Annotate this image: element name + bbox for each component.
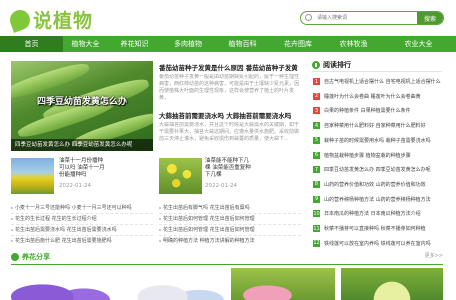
featured-overlay-title: 四季豆幼苗发黄怎么办	[36, 97, 127, 107]
ranking-item[interactable]: 12 铁线莲可以放在室内养吗 铁线莲可以养在室内吗	[313, 239, 443, 248]
divider	[159, 235, 301, 236]
share-section-header: 养花分享 更多>>	[11, 251, 443, 263]
more-link[interactable]: 更多>>	[425, 252, 443, 259]
ranking-item[interactable]: 9 山的营养秧杨种植方法 山药的营养秧杨种植方法	[313, 195, 443, 204]
card-title[interactable]: 油菜能不能种下几棵 油菜能否重复种下几棵	[205, 158, 251, 179]
search-button[interactable]: 搜索	[417, 12, 443, 24]
card-date: 2022-01-24	[205, 183, 237, 189]
ranking-item-title[interactable]: 日本南瓜的种植方法 日本南瓜种植方法介绍	[324, 210, 421, 217]
ranking-item[interactable]: 1 自古气电视机上适合摆什么 自宅电视机上适合摆什么	[313, 77, 443, 86]
flower-photo[interactable]	[341, 268, 443, 300]
divider	[11, 235, 153, 236]
featured-caption[interactable]: 四季豆幼苗发黄怎么办 四季豆幼苗发黄怎么办呢	[11, 139, 153, 151]
nav-flower-knowledge[interactable]: 养花知识	[108, 36, 161, 52]
divider	[159, 213, 301, 214]
ranking-title: 阅读排行	[323, 60, 351, 69]
article-title[interactable]: 番茄幼苗种子发黄是什么原因 番茄幼苗种子发黄	[159, 62, 301, 72]
rank-number: 11	[313, 225, 320, 232]
card-title[interactable]: 油菜十一月份播种可以吗 油菜十一月份能播种吗	[59, 158, 105, 179]
ranking-item-title[interactable]: 山的营养秧杨种植方法 山药的营养秧杨种植方法	[324, 196, 431, 203]
share-title: 养花分享	[22, 253, 50, 261]
article-link[interactable]: 花生出苗后需要浇水吗 花生出苗后需要浇水吗	[11, 226, 153, 233]
ranking-item[interactable]: 6 植物盆栽种植步骤 植物盆栽的种植步骤	[313, 151, 443, 160]
article-link[interactable]: 明确的种植方法 种植方法讲解的种植方法	[159, 237, 301, 244]
share-underline	[11, 264, 443, 265]
leaf-icon	[11, 253, 19, 261]
rank-number: 2	[313, 92, 320, 100]
ranking-item-title[interactable]: 秋菜不播芽可以直接种吗 秋菜不播芽如何种植	[324, 225, 426, 232]
site-header: 说植物 搜索	[0, 0, 456, 36]
ranking-item[interactable]: 2 睡莲叶为什么会卷曲 睡莲叶为什么会卷曲黄	[313, 92, 443, 101]
ranking-item-title[interactable]: 四季豆幼苗发黄怎么办 四季豆幼苗发黄怎么办呢	[324, 166, 431, 173]
logo-text: 说植物	[33, 10, 94, 32]
rank-number: 6	[313, 151, 320, 159]
article-summary: 大蒜抽苔前需要浇水，并且这个时候是大蒜需水的关键期，如于干需要补果大，抽苔大蒜这…	[159, 122, 300, 142]
article-link[interactable]: 花生出苗后有脚气吗 花生出苗后有蘖吗	[159, 204, 301, 211]
article-link[interactable]: 花生出苗后如何管理 花生出苗后如何管理	[159, 226, 301, 233]
ranking-header: 阅读排行	[312, 58, 442, 72]
ranking-item[interactable]: 7 四季豆幼苗发黄怎么办 四季豆幼苗发黄怎么办呢	[313, 165, 443, 174]
search-icon	[301, 12, 315, 24]
rank-number: 1	[313, 78, 320, 85]
article-link[interactable]: 花生的生长过程 花生的生长过程介绍	[11, 215, 153, 222]
rapeseed-flower-thumbnail[interactable]	[159, 158, 202, 194]
divider	[159, 224, 301, 225]
rank-number: 4	[313, 122, 320, 130]
nav-home[interactable]: 首页	[0, 36, 63, 52]
ranking-icon	[312, 60, 320, 69]
card-date: 2022-01-24	[59, 183, 91, 189]
ranking-item-title[interactable]: 山药的营养价值和功效 山药的营养价值和功效	[324, 181, 426, 188]
article-link[interactable]: 小麦十一月三号还能种吗 小麦十一月三号还可以种吗	[11, 204, 153, 211]
rank-number: 12	[313, 239, 320, 247]
nav-flower-gallery[interactable]: 花卉图库	[270, 36, 326, 52]
rank-number: 5	[313, 136, 320, 144]
nav-agriculture[interactable]: 农林牧渔	[326, 36, 381, 52]
search-box: 搜索	[300, 11, 444, 25]
nav-plant-encyclopedia[interactable]: 植物百科	[215, 36, 270, 52]
rank-number: 8	[313, 180, 320, 188]
rank-number: 9	[313, 195, 320, 203]
ranking-item[interactable]: 10 日本南瓜的种植方法 日本南瓜种植方法介绍	[313, 209, 443, 218]
ranking-item[interactable]: 3 白果的种植条件 白果种植需要什么条件	[313, 106, 443, 115]
flower-photo[interactable]	[121, 268, 225, 300]
search-input[interactable]	[315, 12, 417, 24]
article-link[interactable]: 花生出苗后如何管理 花生出苗后如何管理	[159, 215, 301, 222]
ranking-item-title[interactable]: 自家种菜用什么肥料好 自家种菜用什么肥料好	[324, 122, 426, 129]
nav-plants[interactable]: 植物大全	[63, 36, 108, 52]
ranking-item-title[interactable]: 白果的种植条件 白果种植需要什么条件	[324, 107, 411, 114]
nav-farming-encyclopedia[interactable]: 农业大全	[381, 36, 456, 52]
ranking-item[interactable]: 5 栽种子苗的时候需要用水吗 栽种子苗需要浇水吗	[313, 136, 443, 145]
article-link[interactable]: 花生出苗后施什么肥 花生出苗后需要施肥吗	[11, 237, 153, 244]
ranking-item[interactable]: 8 山药的营养价值和功效 山药的营养价值和功效	[313, 180, 443, 189]
divider	[11, 224, 153, 225]
ranking-item-title[interactable]: 睡莲叶为什么会卷曲 睡莲叶为什么会卷曲黄	[324, 93, 421, 100]
rank-number: 7	[313, 166, 320, 174]
ranking-item[interactable]: 4 自家种菜用什么肥料好 自家种菜用什么肥料好	[313, 121, 443, 130]
article-summary: 番茄幼苗种子发黄一般是由幼苗期缺氮引起的，属于一种生理性病害，西红柿幼苗的这种病…	[159, 74, 300, 101]
leaf-logo-icon	[7, 6, 33, 33]
ranking-item-title[interactable]: 铁线莲可以放在室内养吗 铁线莲可以养在室内吗	[324, 240, 431, 247]
featured-image[interactable]: 四季豆幼苗发黄怎么办 四季豆幼苗发黄怎么办 四季豆幼苗发黄怎么办呢	[11, 61, 153, 151]
rapeseed-thumbnail[interactable]	[11, 158, 54, 194]
nav-succulents[interactable]: 多肉植物	[161, 36, 215, 52]
flower-photo[interactable]	[231, 268, 335, 300]
site-logo[interactable]: 说植物	[7, 6, 94, 33]
rank-number: 10	[313, 210, 320, 218]
article-title[interactable]: 大蒜抽苔前需要浇水吗 大蒜抽苔前需要浇水吗	[159, 110, 301, 120]
rank-number: 3	[313, 107, 320, 115]
divider	[11, 213, 153, 214]
ranking-item[interactable]: 11 秋菜不播芽可以直接种吗 秋菜不播芽如何种植	[313, 224, 443, 233]
ranking-item-title[interactable]: 自古气电视机上适合摆什么 自宅电视机上适合摆什么	[324, 78, 441, 85]
ranking-item-title[interactable]: 栽种子苗的时候需要用水吗 栽种子苗需要浇水吗	[324, 137, 431, 144]
ranking-item-title[interactable]: 植物盆栽种植步骤 植物盆栽的种植步骤	[324, 152, 411, 159]
main-nav: 首页 植物大全 养花知识 多肉植物 植物百科 花卉图库 农林牧渔 农业大全	[0, 36, 456, 52]
flower-photo[interactable]	[11, 268, 115, 300]
